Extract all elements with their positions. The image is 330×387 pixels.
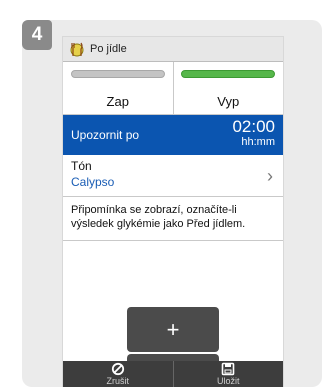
screen-title: Po jídle (90, 43, 127, 55)
reminder-time: 02:00 (232, 117, 275, 136)
tone-row[interactable]: Tón Calypso › (63, 155, 283, 197)
tone-value: Calypso (71, 175, 115, 189)
cancel-icon (111, 362, 124, 376)
save-button[interactable]: Uložit (172, 361, 284, 387)
reminder-label: Upozornit po (71, 128, 140, 142)
toggle-off-indicator (181, 70, 276, 78)
cancel-label: Zrušit (106, 376, 130, 386)
toggle-on-indicator (70, 70, 165, 78)
cancel-button[interactable]: Zrušit (63, 361, 173, 387)
toggle-on-label: Zap (106, 94, 129, 109)
toggle-off-label: Vyp (217, 94, 240, 109)
step-number-badge: 4 (22, 20, 52, 50)
title-bar: Po jídle (63, 37, 283, 62)
tone-label: Tón (71, 159, 92, 173)
toggle-on-option[interactable]: Zap (63, 62, 173, 114)
reminder-delay-row[interactable]: Upozornit po 02:00 hh:mm (63, 115, 283, 155)
meal-plate-icon (70, 42, 84, 57)
save-label: Uložit (216, 376, 240, 386)
reminder-note: Připomínka se zobrazí, označíte-li výsle… (63, 197, 283, 241)
toggle-off-option[interactable]: Vyp (172, 62, 284, 114)
save-icon (221, 362, 235, 376)
increment-button[interactable]: + (127, 307, 219, 352)
bottom-action-bar: Zrušit Uložit (63, 361, 283, 387)
reminder-value: 02:00 hh:mm (232, 118, 275, 149)
on-off-toggle[interactable]: Zap Vyp (63, 62, 283, 115)
chevron-right-icon: › (267, 166, 273, 186)
reminder-unit: hh:mm (241, 136, 275, 148)
device-screen: Po jídle Zap Vyp Upozornit po 02:00 hh:m… (63, 37, 283, 387)
